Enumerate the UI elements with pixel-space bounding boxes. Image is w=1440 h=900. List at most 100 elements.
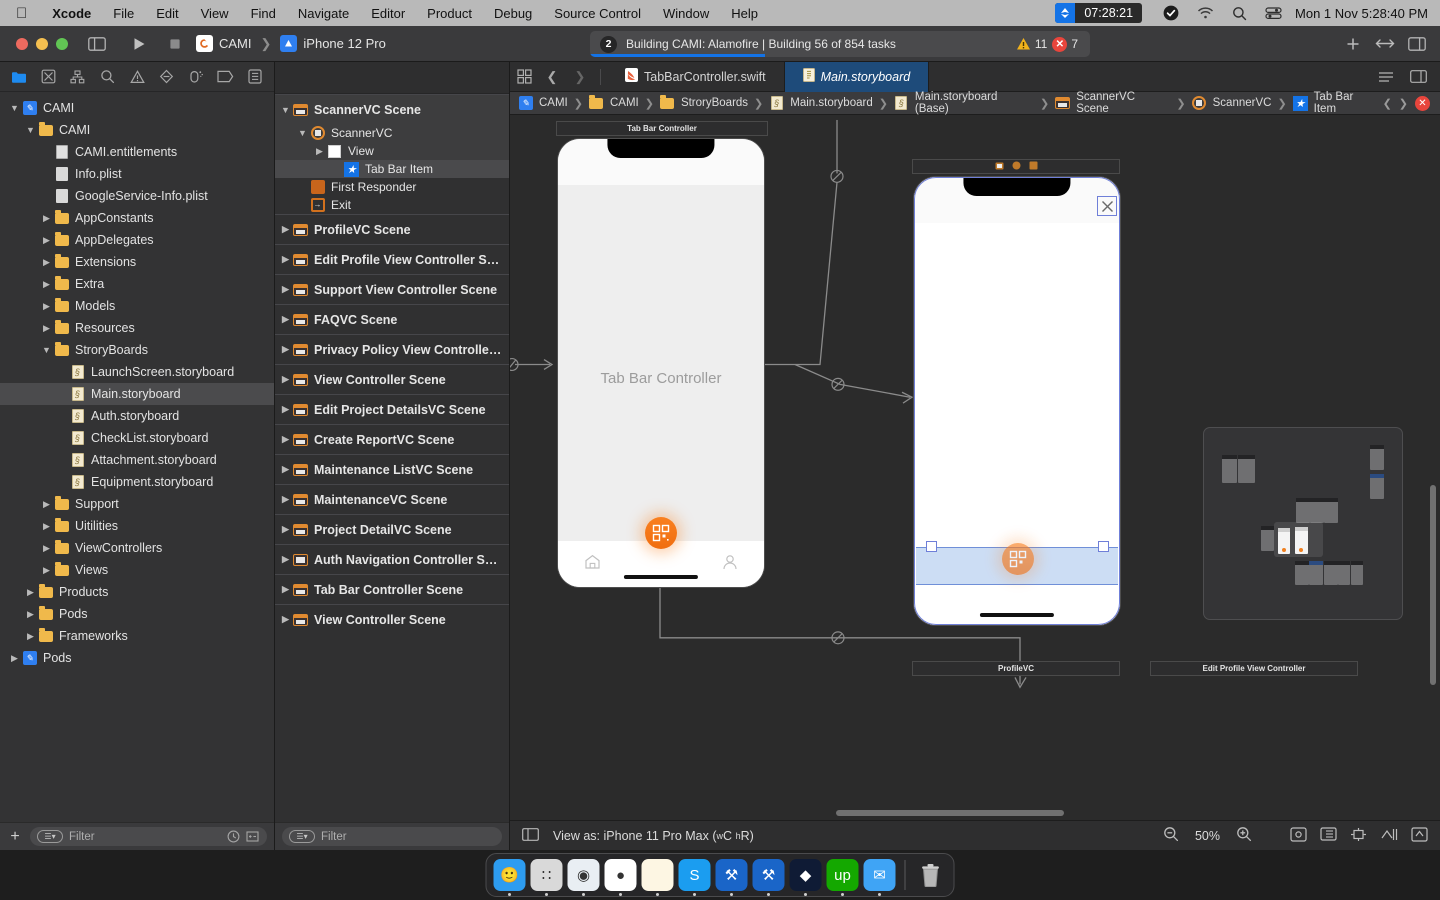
disclosure-triangle-right-icon[interactable]: ▶ bbox=[24, 609, 37, 620]
editor-tab-main-storyboard[interactable]: Main.storyboard bbox=[784, 61, 930, 92]
menu-item-find[interactable]: Find bbox=[240, 6, 287, 21]
disclosure-triangle-right-icon[interactable]: ▶ bbox=[8, 653, 21, 664]
outline-row[interactable]: ▶ FAQVC Scene bbox=[275, 304, 509, 334]
disclosure-triangle-right-icon[interactable]: ▶ bbox=[279, 224, 292, 235]
disclosure-triangle-right-icon[interactable]: ▶ bbox=[279, 554, 292, 565]
disclosure-triangle-right-icon[interactable]: ▶ bbox=[279, 494, 292, 505]
scene-title-tab-bar-controller[interactable]: Tab Bar Controller bbox=[556, 121, 768, 136]
canvas-horizontal-scrollbar[interactable] bbox=[836, 810, 1064, 816]
file-tree-row[interactable]: ▶ Views bbox=[0, 559, 274, 581]
outline-row[interactable]: ▶ Edit Project DetailsVC Scene bbox=[275, 394, 509, 424]
zeplin-icon[interactable]: ◆ bbox=[789, 859, 822, 896]
scene-title-profilevc[interactable]: ProfileVC bbox=[912, 661, 1120, 676]
file-tree-row[interactable]: ▶ AppDelegates bbox=[0, 229, 274, 251]
disclosure-triangle-right-icon[interactable]: ▶ bbox=[40, 235, 53, 246]
menu-item-view[interactable]: View bbox=[190, 6, 240, 21]
breadcrumb-item[interactable]: Main.storyboard bbox=[767, 96, 874, 110]
profile-icon[interactable] bbox=[722, 554, 738, 575]
mail-icon[interactable]: ✉ bbox=[863, 859, 896, 896]
time-tracker-widget[interactable]: 07:28:21 bbox=[1055, 3, 1143, 23]
canvas-vertical-scrollbar[interactable] bbox=[1430, 485, 1436, 685]
outline-row[interactable]: ▶ Project DetailVC Scene bbox=[275, 514, 509, 544]
stop-button[interactable] bbox=[160, 32, 190, 56]
notes-icon[interactable] bbox=[641, 859, 674, 896]
recent-files-filter-icon[interactable] bbox=[226, 830, 241, 843]
qr-scanner-fab-button[interactable] bbox=[645, 517, 677, 549]
report-navigator-icon[interactable] bbox=[241, 64, 271, 90]
minimize-window-button[interactable] bbox=[36, 37, 48, 50]
menu-item-navigate[interactable]: Navigate bbox=[287, 6, 360, 21]
breadcrumb-item[interactable]: CAMI bbox=[516, 96, 570, 110]
outline-row[interactable]: ★ Tab Bar Item bbox=[275, 160, 509, 178]
zoom-out-icon[interactable] bbox=[1163, 826, 1179, 845]
test-navigator-icon[interactable] bbox=[152, 64, 182, 90]
outline-row[interactable]: ▶ Auth Navigation Controller S… bbox=[275, 544, 509, 574]
trash-icon[interactable] bbox=[915, 859, 947, 891]
file-tree-row[interactable]: ▶ Frameworks bbox=[0, 625, 274, 647]
wifi-icon[interactable] bbox=[1188, 6, 1223, 20]
go-forward-button[interactable]: ❯ bbox=[566, 69, 594, 85]
file-tree-row[interactable]: ▼ StroryBoards bbox=[0, 339, 274, 361]
file-tree-row[interactable]: Auth.storyboard bbox=[0, 405, 274, 427]
outline-row[interactable]: ▶ View Controller Scene bbox=[275, 604, 509, 634]
file-tree-row[interactable]: ▶ AppConstants bbox=[0, 207, 274, 229]
disclosure-triangle-right-icon[interactable]: ▶ bbox=[40, 499, 53, 510]
file-tree-row[interactable]: Attachment.storyboard bbox=[0, 449, 274, 471]
disclosure-triangle-right-icon[interactable]: ▶ bbox=[40, 521, 53, 532]
canvas-minimap[interactable] bbox=[1203, 427, 1403, 620]
file-tree-row[interactable]: ▶ Models bbox=[0, 295, 274, 317]
add-file-button[interactable]: + bbox=[7, 828, 23, 846]
disclosure-triangle-right-icon[interactable]: ▶ bbox=[40, 279, 53, 290]
disclosure-triangle-right-icon[interactable]: ▶ bbox=[24, 587, 37, 598]
menu-bar-clock[interactable]: Mon 1 Nov 5:28:40 PM bbox=[1291, 6, 1440, 21]
outline-row[interactable]: ▶ ProfileVC Scene bbox=[275, 214, 509, 244]
run-button[interactable] bbox=[124, 32, 154, 56]
outline-row[interactable]: ▶ Maintenance ListVC Scene bbox=[275, 454, 509, 484]
disclosure-triangle-right-icon[interactable]: ▶ bbox=[279, 404, 292, 415]
split-editor-icon[interactable] bbox=[1404, 70, 1432, 84]
file-tree-row[interactable]: Main.storyboard bbox=[0, 383, 274, 405]
apple-logo-icon[interactable]:  bbox=[0, 6, 41, 21]
update-frames-icon[interactable] bbox=[1411, 826, 1428, 845]
add-new-constraints-icon[interactable] bbox=[1350, 827, 1367, 845]
find-navigator-icon[interactable] bbox=[93, 64, 123, 90]
outline-row[interactable]: ▶ View bbox=[275, 142, 509, 160]
disclosure-triangle-right-icon[interactable]: ▶ bbox=[279, 374, 292, 385]
disclosure-triangle-right-icon[interactable]: ▶ bbox=[279, 614, 292, 625]
disclosure-triangle-right-icon[interactable]: ▶ bbox=[40, 213, 53, 224]
navigator-filter-field[interactable]: ☰▾ Filter bbox=[30, 827, 267, 846]
breadcrumb-next-issue-icon[interactable]: ❯ bbox=[1399, 97, 1408, 110]
editor-tab-tabbarcontroller-swift[interactable]: TabBarController.swift bbox=[607, 61, 785, 92]
disclosure-triangle-down-icon[interactable]: ▼ bbox=[24, 125, 37, 135]
file-tree-row[interactable]: Equipment.storyboard bbox=[0, 471, 274, 493]
filter-options-icon[interactable]: ☰▾ bbox=[37, 830, 63, 843]
disclosure-triangle-right-icon[interactable]: ▶ bbox=[40, 257, 53, 268]
menu-item-source-control[interactable]: Source Control bbox=[543, 6, 652, 21]
safari-icon[interactable]: ◉ bbox=[567, 859, 600, 896]
file-tree-row[interactable]: ▶ Support bbox=[0, 493, 274, 515]
menu-item-xcode[interactable]: Xcode bbox=[41, 6, 102, 21]
home-icon[interactable] bbox=[584, 554, 601, 575]
file-tree-row[interactable]: GoogleService-Info.plist bbox=[0, 185, 274, 207]
file-tree-row[interactable]: ▶ Uitilities bbox=[0, 515, 274, 537]
related-items-icon[interactable] bbox=[510, 69, 538, 84]
disclosure-triangle-right-icon[interactable]: ▶ bbox=[313, 146, 326, 157]
disclosure-triangle-right-icon[interactable]: ▶ bbox=[279, 584, 292, 595]
project-file-tree[interactable]: ▼ CAMI ▼ CAMI CAMI.entitlements Info.plist Goo… bbox=[0, 92, 274, 822]
outline-row[interactable]: ▶ Edit Profile View Controller S… bbox=[275, 244, 509, 274]
project-navigator-icon[interactable] bbox=[4, 64, 34, 90]
debug-navigator-icon[interactable] bbox=[181, 64, 211, 90]
issue-navigator-icon[interactable] bbox=[122, 64, 152, 90]
menu-item-file[interactable]: File bbox=[102, 6, 145, 21]
finder-icon[interactable]: 🙂 bbox=[493, 859, 526, 896]
phone-mockup-tab-bar-controller[interactable]: Tab Bar Controller bbox=[558, 139, 764, 587]
breadcrumb-item[interactable]: ★ Tab Bar Item bbox=[1291, 91, 1381, 115]
disclosure-triangle-right-icon[interactable]: ▶ bbox=[40, 301, 53, 312]
outline-filter-field[interactable]: ☰▾ Filter bbox=[282, 827, 502, 846]
inspector-toggle-button[interactable] bbox=[1402, 32, 1432, 56]
file-tree-row[interactable]: ▶ Products bbox=[0, 581, 274, 603]
disclosure-triangle-right-icon[interactable]: ▶ bbox=[279, 464, 292, 475]
align-icon[interactable] bbox=[1290, 826, 1307, 845]
go-back-button[interactable]: ❮ bbox=[538, 69, 566, 85]
disclosure-triangle-right-icon[interactable]: ▶ bbox=[24, 631, 37, 642]
